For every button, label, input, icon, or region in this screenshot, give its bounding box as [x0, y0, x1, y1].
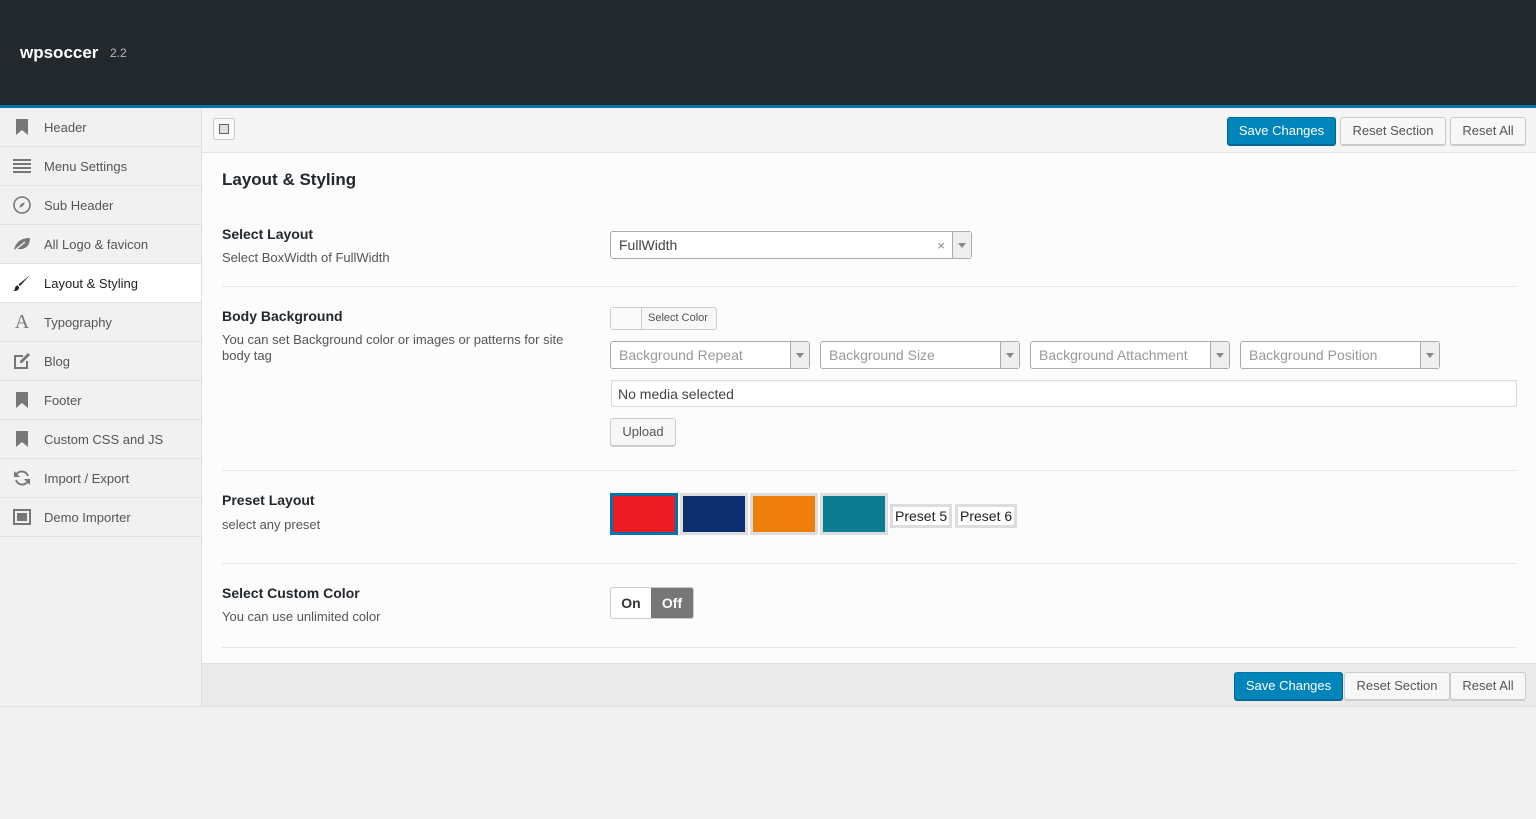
color-picker-label: Select Color [648, 312, 708, 324]
media-field-text: No media selected [618, 386, 734, 402]
chevron-down-icon [1210, 342, 1229, 368]
preset-6[interactable]: Preset 6 [955, 504, 1018, 528]
bookmark-icon [13, 430, 31, 448]
sidebar-item-sub-header[interactable]: Sub Header [0, 186, 201, 225]
preset-4[interactable] [820, 493, 888, 535]
body-background-desc: You can set Background color or images o… [222, 332, 564, 363]
sidebar-item-logo-favicon[interactable]: All Logo & favicon [0, 225, 201, 264]
layout-select[interactable]: FullWidth × [610, 231, 972, 259]
sidebar-item-label: Layout & Styling [44, 276, 138, 291]
preset-5[interactable]: Preset 5 [890, 504, 953, 528]
page-background [0, 706, 1536, 819]
preset-1[interactable] [610, 493, 678, 535]
options-sidebar: Header Menu Settings Sub Header All Logo… [0, 108, 202, 706]
preset-options: Preset 5 Preset 6 [610, 493, 1030, 537]
save-button-bottom[interactable]: Save Changes [1234, 672, 1343, 700]
background-size-select[interactable]: Background Size [820, 341, 1020, 369]
color-swatch [611, 308, 642, 329]
chevron-down-icon [952, 232, 971, 258]
select-layout-title: Select Layout [222, 226, 314, 242]
clear-icon[interactable]: × [937, 238, 945, 253]
reset-all-button-bottom[interactable]: Reset All [1450, 672, 1526, 700]
custom-color-toggle[interactable]: On Off [610, 587, 694, 619]
background-position-select[interactable]: Background Position [1240, 341, 1440, 369]
select-placeholder: Background Position [1249, 347, 1378, 363]
sidebar-item-blog[interactable]: Blog [0, 342, 201, 381]
upload-button[interactable]: Upload [610, 418, 676, 446]
reset-section-button-bottom[interactable]: Reset Section [1344, 672, 1450, 700]
sidebar-item-typography[interactable]: A Typography [0, 303, 201, 342]
preset-layout-desc: select any preset [222, 517, 321, 532]
background-color-picker[interactable]: Select Color [610, 307, 717, 330]
background-attachment-select[interactable]: Background Attachment [1030, 341, 1230, 369]
divider [222, 286, 1516, 287]
bottom-toolbar: Save Changes Reset Section Reset All [202, 663, 1536, 707]
bookmark-icon [13, 118, 31, 136]
sidebar-item-menu-settings[interactable]: Menu Settings [0, 147, 201, 186]
sidebar-item-custom-css-js[interactable]: Custom CSS and JS [0, 420, 201, 459]
select-placeholder: Background Size [829, 347, 935, 363]
reset-section-button[interactable]: Reset Section [1340, 117, 1446, 145]
options-panel: Save Changes Reset Section Reset All Lay… [202, 108, 1536, 707]
chevron-down-icon [1420, 342, 1439, 368]
background-repeat-select[interactable]: Background Repeat [610, 341, 810, 369]
sidebar-item-footer[interactable]: Footer [0, 381, 201, 420]
brush-icon [13, 274, 31, 292]
toggle-on[interactable]: On [611, 588, 651, 618]
sidebar-item-label: Typography [44, 315, 112, 330]
select-placeholder: Background Repeat [619, 347, 743, 363]
media-url-field[interactable]: No media selected [611, 380, 1517, 407]
toggle-off[interactable]: Off [651, 588, 693, 618]
window-icon [13, 508, 31, 526]
sidebar-item-header[interactable]: Header [0, 108, 201, 147]
custom-color-desc: You can use unlimited color [222, 609, 381, 624]
brand-name: wpsoccer [20, 43, 99, 62]
sidebar-item-layout-styling[interactable]: Layout & Styling [0, 264, 201, 303]
save-button[interactable]: Save Changes [1227, 117, 1336, 145]
bookmark-icon [13, 391, 31, 409]
refresh-icon [13, 469, 31, 487]
compass-icon [13, 196, 31, 214]
preset-3[interactable] [750, 493, 818, 535]
select-layout-desc: Select BoxWidth of FullWidth [222, 250, 390, 265]
chevron-down-icon [1000, 342, 1019, 368]
sidebar-item-label: Custom CSS and JS [44, 432, 164, 447]
custom-color-title: Select Custom Color [222, 585, 360, 601]
chevron-down-icon [790, 342, 809, 368]
edit-icon [13, 352, 31, 370]
sidebar-item-import-export[interactable]: Import / Export [0, 459, 201, 498]
sidebar-item-label: Demo Importer [44, 510, 131, 525]
sidebar-item-demo-importer[interactable]: Demo Importer [0, 498, 201, 537]
body-background-title: Body Background [222, 308, 343, 324]
top-toolbar: Save Changes Reset Section Reset All [202, 108, 1536, 153]
sidebar-item-label: Blog [44, 354, 71, 369]
sidebar-item-label: Import / Export [44, 471, 130, 486]
leaf-icon [13, 235, 31, 253]
preset-2[interactable] [680, 493, 748, 535]
font-icon: A [14, 310, 30, 333]
layout-select-value: FullWidth [619, 237, 678, 253]
sidebar-item-label: Header [44, 120, 87, 135]
expand-options-button[interactable] [213, 118, 235, 140]
sidebar-item-label: Footer [44, 393, 82, 408]
divider [222, 470, 1516, 471]
preset-layout-title: Preset Layout [222, 492, 315, 508]
reset-all-button[interactable]: Reset All [1450, 117, 1526, 145]
sidebar-item-label: Sub Header [44, 198, 114, 213]
select-placeholder: Background Attachment [1039, 347, 1188, 363]
version-label: 2.2 [110, 46, 127, 60]
section-title: Layout & Styling [222, 170, 357, 189]
admin-top-bar: wpsoccer 2.2 [0, 0, 1536, 108]
sidebar-item-label: All Logo & favicon [44, 237, 149, 252]
sidebar-item-label: Menu Settings [44, 159, 128, 174]
divider [222, 647, 1516, 648]
menu-lines-icon [13, 157, 31, 175]
divider [222, 563, 1516, 564]
